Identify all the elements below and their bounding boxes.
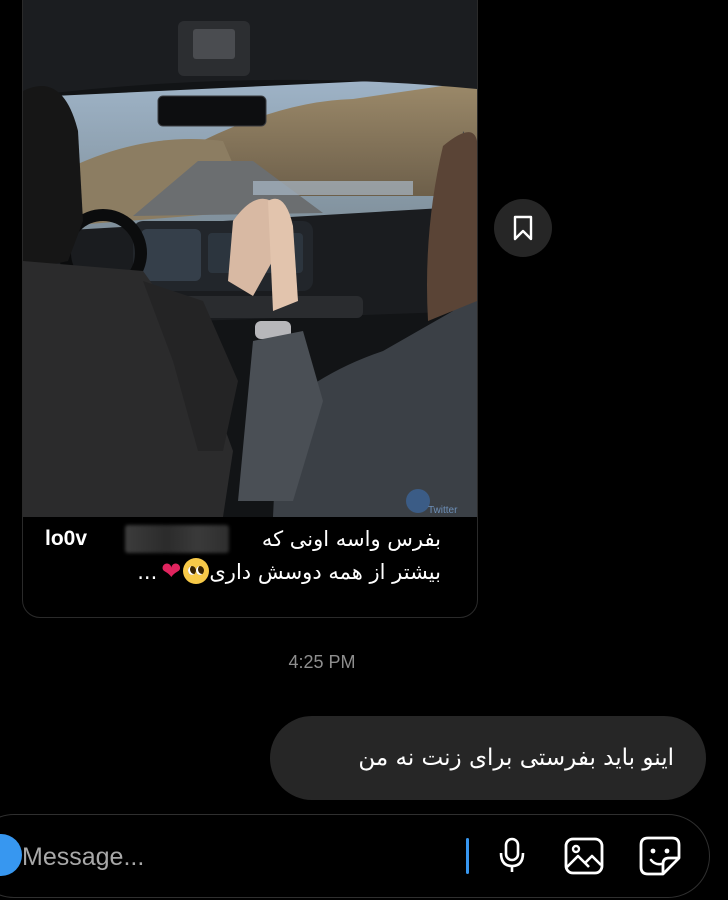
microphone-icon [499,837,525,872]
bookmark-icon [513,215,533,241]
shared-post-card[interactable]: Twitter lo0v بفرس واسه اونی که بیشتر از … [22,0,478,618]
post-username[interactable]: lo0v [45,523,87,555]
caption-ellipsis: ... [137,560,158,584]
pleading-face-emoji [183,558,210,584]
caption-text-2: بیشتر از همه دوسش داری [209,560,441,584]
sticker-icon [639,836,681,876]
message-input[interactable] [22,838,452,876]
post-caption: lo0v بفرس واسه اونی که بیشتر از همه دوسش… [23,517,477,617]
text-cursor [466,838,469,874]
redacted-username [125,525,229,553]
caption-line-1: lo0v بفرس واسه اونی که [45,523,441,555]
watermark-text: Twitter [428,505,458,516]
save-post-button[interactable] [494,199,552,257]
microphone-button[interactable] [490,834,534,878]
sticker-button[interactable] [638,834,682,878]
sent-message-text: اینو باید بفرستی برای زنت نه من [358,745,674,771]
heart-emoji: ❤ [161,557,182,585]
caption-text-1: بفرس واسه اونی که [261,527,441,551]
gallery-button[interactable] [562,834,606,878]
message-timestamp: 4:25 PM [288,652,356,672]
caption-line-2: بیشتر از همه دوسش داری ❤... [45,555,441,587]
post-image[interactable]: Twitter [23,0,477,517]
sent-message-bubble[interactable]: اینو باید بفرستی برای زنت نه من [270,716,706,800]
gallery-icon [564,837,604,875]
